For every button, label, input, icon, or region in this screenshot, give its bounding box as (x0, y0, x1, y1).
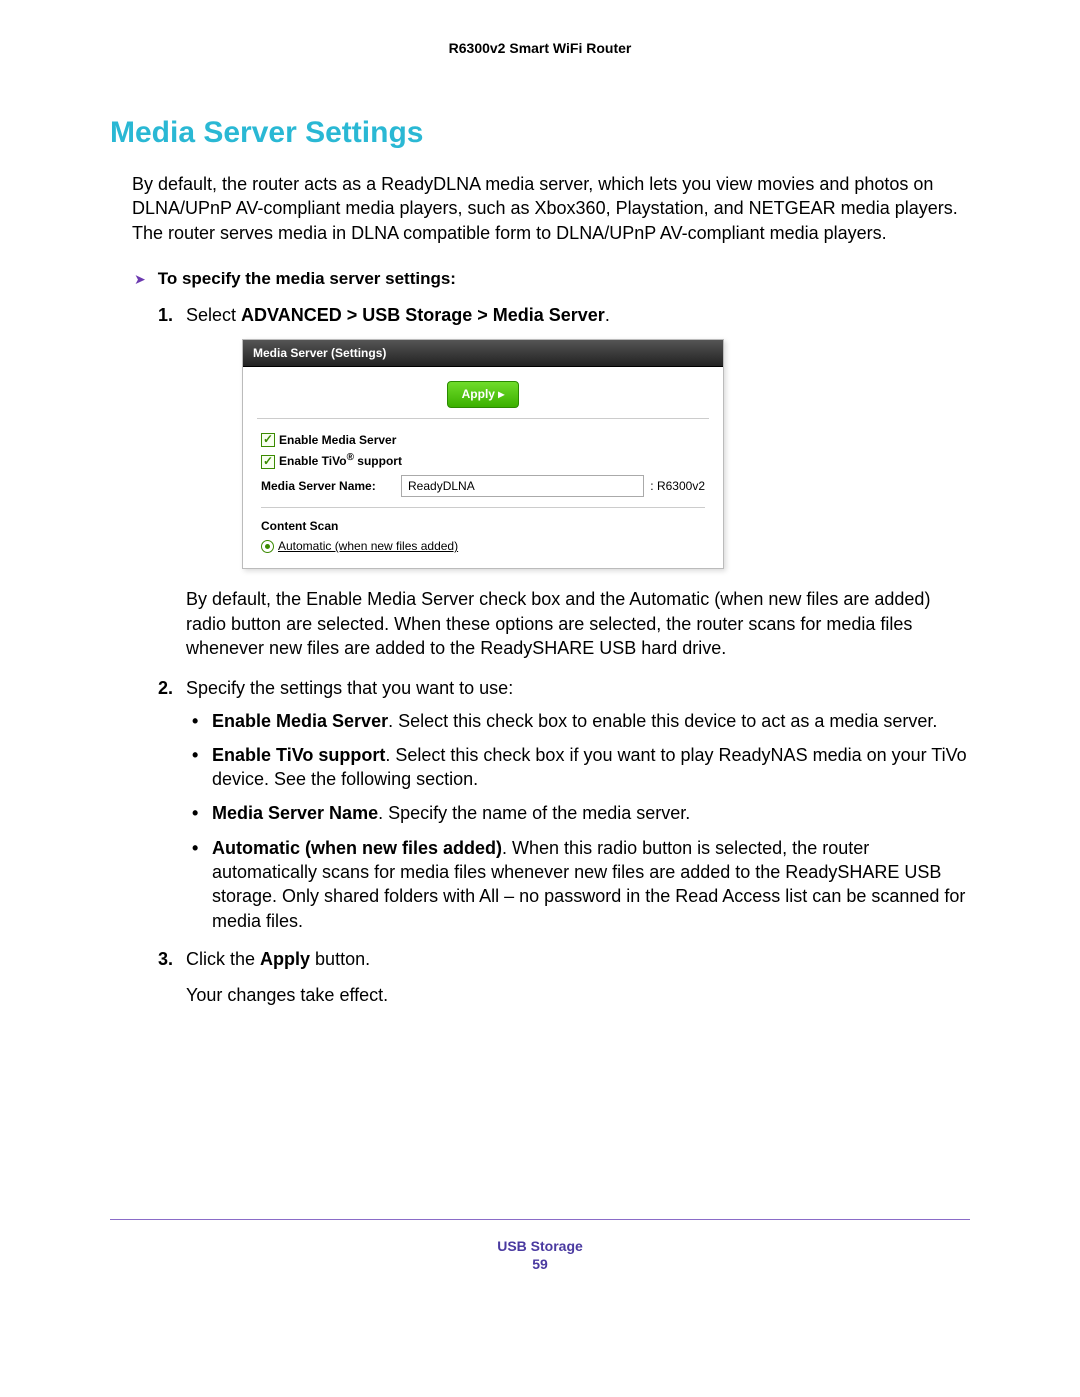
checkbox-icon[interactable]: ✓ (261, 433, 275, 447)
bullet-automatic: Automatic (when new files added). When t… (186, 836, 970, 933)
bullet-enable-tivo: Enable TiVo support. Select this check b… (186, 743, 970, 792)
media-server-name-row: Media Server Name: ReadyDLNA : R6300v2 (261, 475, 705, 508)
enable-tivo-label-post: support (354, 454, 402, 468)
apply-button[interactable]: Apply ▸ (447, 381, 520, 407)
step-number: 2. (158, 676, 173, 700)
ui-body: ✓ Enable Media Server ✓ Enable TiVo® suppo… (243, 419, 723, 569)
effect-text: Your changes take effect. (186, 983, 970, 1007)
section-title: Media Server Settings (110, 116, 970, 150)
enable-tivo-label-pre: Enable TiVo (279, 454, 347, 468)
media-server-name-input[interactable]: ReadyDLNA (401, 475, 644, 497)
step-text: Specify the settings that you want to us… (186, 678, 513, 698)
step-text: Click the (186, 949, 260, 969)
content-scan-section: Content Scan Automatic (when new files a… (261, 518, 705, 554)
media-server-name-suffix: : R6300v2 (650, 478, 705, 494)
step-bold: Apply (260, 949, 310, 969)
footer-rule (110, 1219, 970, 1220)
ui-screenshot: Media Server (Settings) Apply ▸ ✓ Enable … (242, 339, 724, 569)
ui-titlebar: Media Server (Settings) (243, 340, 723, 367)
step-number: 1. (158, 303, 173, 327)
footer-section: USB Storage (0, 1238, 1080, 1254)
product-name: R6300v2 Smart WiFi Router (449, 40, 632, 56)
step-number: 3. (158, 947, 173, 971)
step-text-end: . (605, 305, 610, 325)
procedure-heading: ➤ To specify the media server settings: (134, 269, 970, 289)
enable-media-server-label: Enable Media Server (279, 433, 396, 447)
enable-media-server-row: ✓ Enable Media Server (261, 432, 705, 448)
bullet-enable-media-server: Enable Media Server. Select this check b… (186, 709, 970, 733)
after-shot-paragraph: By default, the Enable Media Server chec… (186, 587, 970, 660)
step-1: 1. Select ADVANCED > USB Storage > Media… (158, 303, 970, 660)
arrow-icon: ➤ (134, 271, 146, 288)
checkbox-icon[interactable]: ✓ (261, 455, 275, 469)
procedure-heading-text: To specify the media server settings: (158, 269, 456, 289)
media-server-name-label: Media Server Name: (261, 478, 401, 494)
footer: USB Storage 59 (0, 1238, 1080, 1272)
intro-paragraph: By default, the router acts as a ReadyDL… (132, 172, 970, 245)
step-text-end: button. (310, 949, 370, 969)
bullet-media-server-name: Media Server Name. Specify the name of t… (186, 801, 970, 825)
radio-icon[interactable] (261, 540, 274, 553)
scan-automatic-row: Automatic (when new files added) (261, 538, 705, 554)
ui-apply-row: Apply ▸ (257, 367, 709, 418)
footer-page: 59 (0, 1256, 1080, 1272)
step-2: 2. Specify the settings that you want to… (158, 676, 970, 933)
tivo-reg: ® (347, 452, 354, 463)
step-3: 3. Click the Apply button. Your changes … (158, 947, 970, 1008)
steps-list: 1. Select ADVANCED > USB Storage > Media… (158, 303, 970, 1008)
step-text: Select (186, 305, 241, 325)
enable-tivo-row: ✓ Enable TiVo® support (261, 451, 705, 469)
bullet-list: Enable Media Server. Select this check b… (186, 709, 970, 933)
doc-header: R6300v2 Smart WiFi Router (110, 40, 970, 56)
step-bold: ADVANCED > USB Storage > Media Server (241, 305, 605, 325)
scan-automatic-label: Automatic (when new files added) (278, 539, 458, 553)
content-scan-title: Content Scan (261, 518, 705, 534)
